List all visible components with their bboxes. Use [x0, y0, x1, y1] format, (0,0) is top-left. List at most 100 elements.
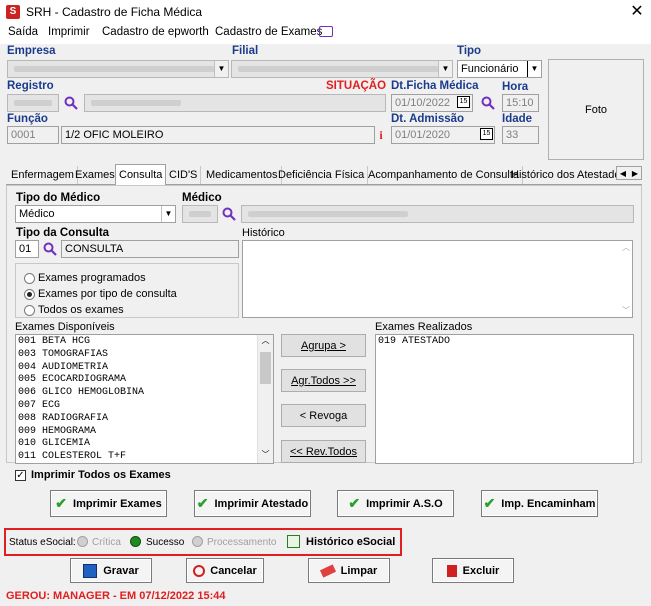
dt-admissao-label: Dt. Admissão	[391, 113, 465, 125]
exames-realizados-list[interactable]: 019 ATESTADO	[375, 334, 634, 464]
imp-encaminhamento-button[interactable]: ✔ Imp. Encaminham	[481, 490, 598, 517]
chevron-up-icon[interactable]: ︿	[258, 335, 273, 349]
chevron-down-icon[interactable]: ▼	[214, 61, 228, 77]
tab-consulta[interactable]: Consulta	[115, 164, 167, 185]
menu-cadastro-epworth[interactable]: Cadastro de epworth	[102, 26, 209, 38]
exames-disponiveis-label: Exames Disponíveis	[15, 321, 115, 333]
revogar-todos-button[interactable]: << Rev.Todos	[281, 440, 366, 463]
employee-name-field	[84, 94, 386, 112]
tab-historico-atestados[interactable]: Histórico dos Atestados	[508, 166, 618, 184]
list-item[interactable]: 004 AUDIOMETRIA	[16, 362, 273, 375]
radio-label-todos: Todos os exames	[38, 304, 124, 316]
tipo-medico-select[interactable]: Médico ▼	[15, 205, 176, 223]
chevron-down-icon[interactable]: ﹀	[258, 449, 273, 463]
menu-imprimir[interactable]: Imprimir	[48, 26, 90, 38]
hora-input[interactable]: 15:10	[502, 94, 539, 112]
idade-input: 33	[502, 126, 539, 144]
check-icon: ✔	[483, 495, 496, 511]
empresa-label: Empresa	[7, 45, 56, 57]
imprimir-atestado-button[interactable]: ✔ Imprimir Atestado	[194, 490, 311, 517]
cancelar-button[interactable]: Cancelar	[186, 558, 264, 583]
processamento-indicator	[192, 536, 203, 547]
document-icon	[287, 535, 300, 548]
idade-label: Idade	[502, 113, 533, 125]
tipo-consulta-code-input[interactable]: 01	[15, 240, 39, 258]
chevron-down-icon[interactable]: ▼	[527, 61, 541, 77]
search-icon[interactable]	[43, 242, 57, 256]
exames-realizados-label: Exames Realizados	[375, 321, 473, 333]
agrupa-button[interactable]: Agrupa >	[281, 334, 366, 357]
imprimir-exames-button[interactable]: ✔ Imprimir Exames	[50, 490, 167, 517]
chevron-down-icon[interactable]: ▼	[438, 61, 452, 77]
foto-label: Foto	[584, 103, 607, 116]
list-item[interactable]: 001 BETA HCG	[16, 336, 273, 349]
app-logo-icon: S	[6, 5, 20, 19]
tab-enfermagem[interactable]: Enfermagem	[8, 166, 78, 184]
radio-label-tipo-consulta: Exames por tipo de consulta	[38, 288, 177, 300]
tipo-medico-value: Médico	[19, 208, 55, 220]
chevron-down-icon[interactable]: ﹀	[622, 305, 630, 316]
cancel-icon	[193, 564, 206, 577]
list-item[interactable]: 019 ATESTADO	[376, 336, 633, 349]
save-icon	[83, 563, 98, 578]
filial-select[interactable]: ▼	[231, 60, 453, 78]
gravar-button[interactable]: Gravar	[70, 558, 152, 583]
chevron-left-icon[interactable]: ◀	[617, 167, 629, 179]
chevron-up-icon[interactable]: ︿	[622, 242, 630, 253]
radio-label-programados: Exames programados	[38, 272, 146, 284]
sucesso-label: Sucesso	[146, 537, 185, 548]
monitor-icon[interactable]	[319, 26, 333, 37]
list-item[interactable]: 010 GLICEMIA	[16, 438, 273, 451]
window-title: SRH - Cadastro de Ficha Médica	[26, 5, 203, 19]
radio-exames-programados[interactable]	[24, 273, 35, 284]
list-item[interactable]: 008 RADIOGRAFIA	[16, 413, 273, 426]
chevron-down-icon[interactable]: ▼	[161, 206, 175, 222]
imprimir-aso-button[interactable]: ✔ Imprimir A.S.O	[337, 490, 454, 517]
medico-code-input[interactable]	[182, 205, 218, 223]
tipo-consulta-description: CONSULTA	[61, 240, 239, 258]
limpar-button[interactable]: Limpar	[308, 558, 390, 583]
tab-exames[interactable]: Exames	[72, 166, 119, 184]
tipo-select[interactable]: Funcionário ▼	[457, 60, 542, 78]
tab-acompanhamento[interactable]: Acompanhamento de Consulta	[365, 166, 524, 184]
search-icon[interactable]	[64, 96, 78, 110]
photo-box[interactable]: Foto	[548, 59, 644, 160]
list-item[interactable]: 011 COLESTEROL T+F	[16, 451, 273, 464]
menu-saida[interactable]: Saída	[8, 26, 38, 38]
search-icon[interactable]	[222, 207, 236, 221]
tab-cids[interactable]: CID'S	[166, 166, 202, 184]
list-item[interactable]: 005 ECOCARDIOGRAMA	[16, 374, 273, 387]
revoga-button[interactable]: < Revoga	[281, 404, 366, 427]
menu-cadastro-exames[interactable]: Cadastro de Exames	[215, 26, 322, 38]
eraser-icon	[319, 563, 336, 578]
chevron-right-icon[interactable]: ▶	[629, 167, 641, 179]
exames-disponiveis-list[interactable]: 001 BETA HCG 003 TOMOGRAFIAS 004 AUDIOMETR…	[15, 334, 274, 464]
registro-input[interactable]	[7, 94, 59, 112]
close-icon[interactable]: ✕	[626, 2, 648, 22]
imprimir-todos-checkbox[interactable]: ✓	[15, 470, 26, 481]
radio-exames-tipo-consulta[interactable]	[24, 289, 35, 300]
agrupar-todos-button[interactable]: Agr.Todos >>	[281, 369, 366, 392]
hora-label: Hora	[502, 81, 529, 93]
tab-medicamentos[interactable]: Medicamentos	[203, 166, 282, 184]
funcao-label: Função	[7, 113, 48, 125]
list-item[interactable]: 003 TOMOGRAFIAS	[16, 349, 273, 362]
list-item[interactable]: 009 HEMOGRAMA	[16, 426, 273, 439]
calendar-icon[interactable]: 15	[457, 96, 470, 108]
scrollbar-thumb[interactable]	[260, 352, 271, 384]
footer-generated-by: GEROU: MANAGER - EM 07/12/2022 15:44	[6, 590, 226, 602]
tab-deficiencia-fisica[interactable]: Deficiência Física	[275, 166, 369, 184]
search-icon[interactable]	[481, 96, 495, 110]
historico-esocial-button[interactable]: Histórico eSocial	[306, 536, 395, 548]
scrollbar[interactable]: ︿ ﹀	[257, 335, 273, 463]
historico-textarea[interactable]: ︿ ﹀	[242, 240, 633, 318]
funcao-code-input[interactable]: 0001	[7, 126, 59, 144]
info-icon[interactable]: i	[376, 128, 386, 142]
list-item[interactable]: 007 ECG	[16, 400, 273, 413]
empresa-select[interactable]: ▼	[7, 60, 229, 78]
radio-todos-exames[interactable]	[24, 305, 35, 316]
list-item[interactable]: 006 GLICO HEMOGLOBINA	[16, 387, 273, 400]
excluir-button[interactable]: Excluir	[432, 558, 514, 583]
calendar-icon[interactable]: 15	[480, 128, 493, 140]
check-icon: ✔	[196, 495, 209, 511]
